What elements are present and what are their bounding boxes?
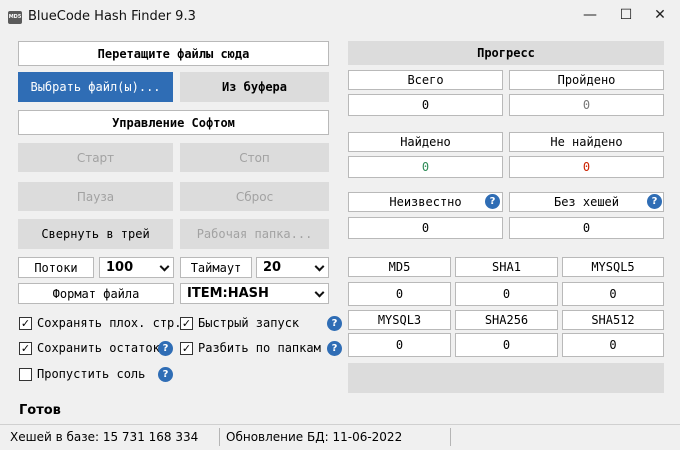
- minimize-button[interactable]: —: [572, 0, 608, 30]
- timeout-value: 20: [263, 260, 282, 275]
- hash-type-value: 0: [348, 333, 451, 357]
- save-bad-label: Сохранять плох. стр.: [37, 316, 182, 330]
- hash-type-value: 0: [562, 282, 664, 306]
- unknown-value: 0: [348, 217, 503, 239]
- file-format-label: Формат файла: [18, 283, 174, 304]
- no-hashes-label: Без хешей: [509, 192, 664, 212]
- save-rest-checkbox[interactable]: ✓: [19, 342, 32, 355]
- status-bar: Хешей в базе: 15 731 168 334 Обновление …: [0, 424, 680, 450]
- from-clipboard-button[interactable]: Из буфера: [180, 72, 329, 102]
- file-format-select[interactable]: ITEM:HASH: [180, 283, 329, 304]
- hash-type-value: 0: [348, 282, 451, 306]
- hash-type-value: 0: [455, 282, 558, 306]
- threads-label: Потоки: [18, 257, 94, 278]
- drop-files-area[interactable]: Перетащите файлы сюда: [18, 41, 329, 66]
- skip-salt-label: Пропустить соль: [37, 367, 146, 381]
- skip-salt-checkbox[interactable]: [19, 368, 32, 381]
- split-folders-checkbox[interactable]: ✓: [180, 342, 193, 355]
- hash-type-label: MYSQL3: [348, 310, 451, 330]
- fast-start-checkbox[interactable]: ✓: [180, 317, 193, 330]
- chevron-down-icon: [314, 287, 325, 298]
- fast-start-label: Быстрый запуск: [198, 316, 300, 330]
- status-divider: [219, 428, 220, 446]
- split-folders-label: Разбить по папкам: [198, 341, 321, 355]
- choose-file-button[interactable]: Выбрать файл(ы)...: [18, 72, 173, 102]
- hash-type-value: 0: [562, 333, 664, 357]
- total-value: 0: [348, 94, 503, 116]
- file-format-value: ITEM:HASH: [187, 286, 269, 301]
- status-divider: [450, 428, 451, 446]
- hash-type-label: MD5: [348, 257, 451, 277]
- minimize-tray-button[interactable]: Свернуть в трей: [18, 219, 173, 249]
- stop-button[interactable]: Стоп: [180, 143, 329, 172]
- passed-value: 0: [509, 94, 664, 116]
- found-label: Найдено: [348, 132, 503, 152]
- hash-type-value: 0: [455, 333, 558, 357]
- found-value: 0: [348, 156, 503, 178]
- threads-value: 100: [106, 260, 134, 275]
- hash-type-label: SHA256: [455, 310, 558, 330]
- progress-bar: [348, 363, 664, 393]
- pause-button[interactable]: Пауза: [18, 182, 173, 211]
- no-hashes-help-icon[interactable]: ?: [647, 194, 662, 209]
- progress-title: Прогресс: [348, 41, 664, 65]
- app-icon: MD5: [8, 11, 22, 24]
- title-bar: MD5 BlueCode Hash Finder 9.3 — ☐ ✕: [0, 0, 680, 34]
- save-bad-checkbox[interactable]: ✓: [19, 317, 32, 330]
- no-hashes-value: 0: [509, 217, 664, 239]
- fast-start-help-icon[interactable]: ?: [327, 316, 342, 331]
- start-button[interactable]: Старт: [18, 143, 173, 172]
- save-rest-help-icon[interactable]: ?: [158, 341, 173, 356]
- not-found-value: 0: [509, 156, 664, 178]
- save-rest-label: Сохранить остаток: [37, 341, 160, 355]
- split-folders-help-icon[interactable]: ?: [327, 341, 342, 356]
- hash-type-label: SHA1: [455, 257, 558, 277]
- chevron-down-icon: [314, 261, 325, 272]
- reset-button[interactable]: Сброс: [180, 182, 329, 211]
- window-title: BlueCode Hash Finder 9.3: [28, 9, 196, 24]
- total-label: Всего: [348, 70, 503, 90]
- db-update: Обновление БД: 11-06-2022: [226, 430, 403, 444]
- maximize-button[interactable]: ☐: [608, 0, 644, 30]
- unknown-label: Неизвестно: [348, 192, 503, 212]
- status-state: Готов: [19, 403, 61, 418]
- not-found-label: Не найдено: [509, 132, 664, 152]
- timeout-label: Таймаут: [180, 257, 252, 278]
- work-folder-button[interactable]: Рабочая папка...: [180, 219, 329, 249]
- threads-select[interactable]: 100: [99, 257, 174, 278]
- chevron-down-icon: [159, 261, 170, 272]
- passed-label: Пройдено: [509, 70, 664, 90]
- manage-soft-button[interactable]: Управление Софтом: [18, 110, 329, 135]
- unknown-help-icon[interactable]: ?: [485, 194, 500, 209]
- close-button[interactable]: ✕: [642, 0, 678, 30]
- hash-type-label: SHA512: [562, 310, 664, 330]
- hashes-in-db: Хешей в базе: 15 731 168 334: [10, 430, 199, 444]
- timeout-select[interactable]: 20: [256, 257, 329, 278]
- hash-type-label: MYSQL5: [562, 257, 664, 277]
- skip-salt-help-icon[interactable]: ?: [158, 367, 173, 382]
